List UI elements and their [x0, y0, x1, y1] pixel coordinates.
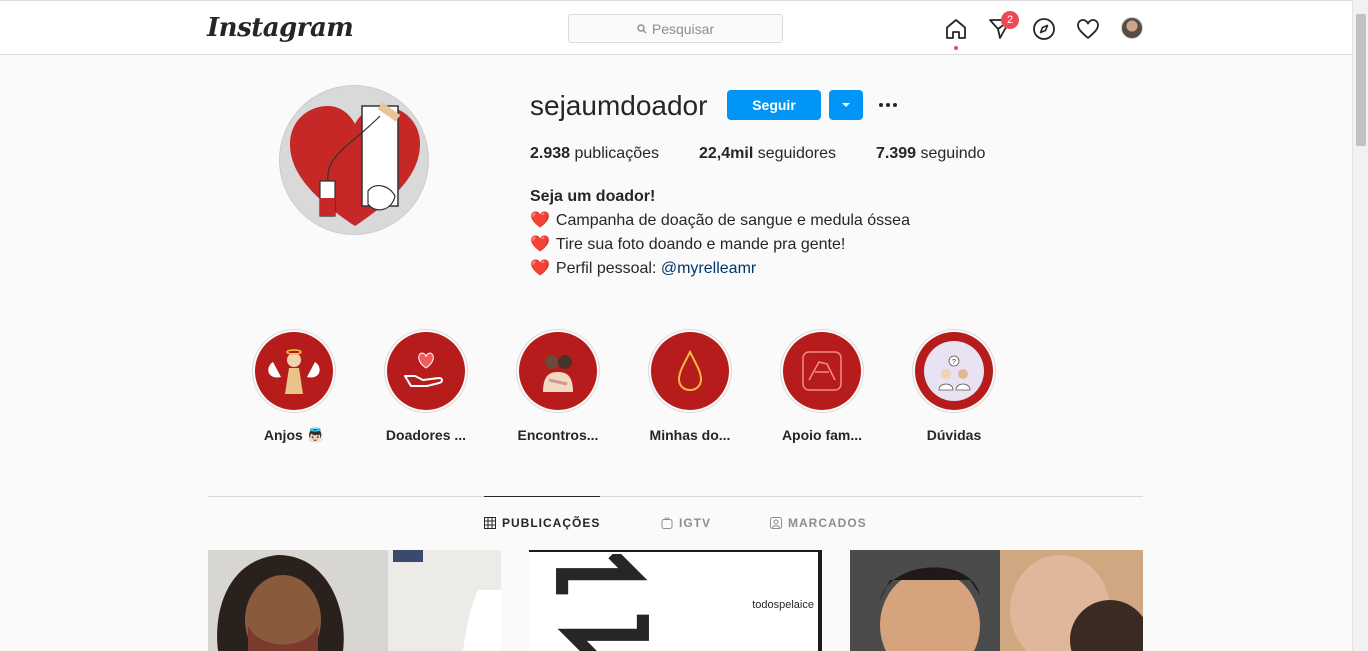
- highlight-cover: [255, 332, 333, 410]
- search-input[interactable]: Pesquisar: [568, 14, 783, 43]
- posts-count: 2.938: [530, 145, 571, 162]
- highlight-label: Apoio fam...: [781, 427, 863, 443]
- dot: [886, 103, 890, 107]
- follow-button[interactable]: Seguir: [727, 90, 821, 120]
- highlight-label: Anjos 👼🏻: [263, 427, 325, 443]
- heart-emoji: ❤️: [530, 236, 550, 253]
- highlight-ring: ?: [912, 329, 996, 413]
- bio-text: Tire sua foto doando e mande pra gente!: [555, 236, 846, 253]
- dot: [879, 103, 883, 107]
- tab-label: MARCADOS: [788, 516, 867, 530]
- direct-icon[interactable]: 2: [988, 11, 1019, 41]
- home-icon[interactable]: [944, 17, 968, 50]
- bio-line: ❤️ Tire sua foto doando e mande pra gente…: [530, 233, 910, 257]
- post-image: [208, 550, 501, 651]
- followers-label: seguidores: [757, 145, 836, 162]
- followers-stat[interactable]: 22,4mil seguidores: [699, 145, 836, 163]
- profile-picture[interactable]: [279, 85, 429, 235]
- direct-badge: 2: [1001, 11, 1019, 29]
- tab-publicacoes[interactable]: PUBLICAÇÕES: [484, 516, 600, 530]
- following-stat[interactable]: 7.399 seguindo: [876, 145, 985, 163]
- heart-emoji: ❤️: [530, 260, 550, 277]
- posts-label: publicações: [574, 145, 660, 162]
- chevron-down-icon: [842, 103, 850, 107]
- tab-label: PUBLICAÇÕES: [502, 516, 601, 530]
- bio-line: ❤️ Perfil pessoal: @myrelleamr: [530, 257, 910, 281]
- highlight-doadores[interactable]: Doadores ...: [381, 329, 471, 443]
- post-thumbnail[interactable]: [208, 550, 501, 651]
- more-options-button[interactable]: [876, 96, 900, 114]
- heart-emoji: ❤️: [530, 212, 550, 229]
- highlight-ring: [780, 329, 864, 413]
- bio-mention-link[interactable]: @myrelleamr: [661, 260, 756, 277]
- bio-name: Seja um doador!: [530, 188, 656, 205]
- tab-label: IGTV: [679, 516, 712, 530]
- repost-tag: todospelaice: [529, 552, 818, 651]
- suggestions-dropdown-button[interactable]: [829, 90, 863, 120]
- blood-drop-icon: [677, 349, 703, 392]
- scroll-thumb[interactable]: [1356, 14, 1366, 146]
- search-placeholder: Pesquisar: [651, 20, 715, 37]
- profile-stats: 2.938 publicações 22,4mil seguidores 7.3…: [530, 145, 985, 163]
- highlight-minhas-doacoes[interactable]: Minhas do...: [645, 329, 735, 443]
- highlight-label: Encontros...: [517, 427, 599, 443]
- question-people-icon: ?: [924, 341, 984, 401]
- tab-marcados[interactable]: MARCADOS: [770, 516, 867, 530]
- highlight-apoio-familiar[interactable]: Apoio fam...: [777, 329, 867, 443]
- instagram-logo[interactable]: Instagram: [207, 13, 354, 43]
- tab-igtv[interactable]: IGTV: [661, 516, 711, 530]
- highlight-cover: [651, 332, 729, 410]
- bio-text: Perfil pessoal:: [555, 260, 661, 277]
- hug-icon: [543, 355, 573, 392]
- profile-bio: Seja um doador! ❤️ Campanha de doação de …: [530, 185, 910, 281]
- scrollbar[interactable]: [1352, 0, 1368, 651]
- highlight-ring: [516, 329, 600, 413]
- post-thumbnail[interactable]: [850, 550, 1143, 651]
- tabs-divider: [208, 496, 1143, 497]
- followers-count: 22,4mil: [699, 145, 754, 162]
- highlight-anjos[interactable]: Anjos 👼🏻: [249, 329, 339, 444]
- handshake-icon: [802, 351, 842, 391]
- posts-stat: 2.938 publicações: [530, 145, 659, 163]
- top-nav: Instagram Pesquisar 2: [0, 0, 1352, 55]
- highlight-cover: [783, 332, 861, 410]
- grid-icon: [484, 517, 496, 529]
- repost-icon: [556, 554, 650, 651]
- igtv-icon: [661, 517, 673, 529]
- user-avatar[interactable]: [1121, 17, 1143, 39]
- following-count: 7.399: [876, 145, 917, 162]
- highlight-ring: [648, 329, 732, 413]
- home-active-dot: [954, 46, 958, 50]
- post-image: [850, 550, 1143, 651]
- highlight-label: Minhas do...: [649, 427, 731, 443]
- highlight-duvidas[interactable]: ? Dúvidas: [909, 329, 999, 443]
- tagged-icon: [770, 517, 782, 529]
- dot: [893, 103, 897, 107]
- activity-heart-icon[interactable]: [1076, 17, 1100, 41]
- bio-line: ❤️ Campanha de doação de sangue e medula …: [530, 209, 910, 233]
- highlight-cover: ?: [915, 332, 993, 410]
- highlight-label: Dúvidas: [926, 427, 982, 443]
- profile-username: sejaumdoador: [530, 90, 708, 121]
- highlight-encontros[interactable]: Encontros...: [513, 329, 603, 443]
- svg-text:?: ?: [952, 359, 956, 366]
- explore-icon[interactable]: [1032, 17, 1056, 41]
- following-label: seguindo: [920, 145, 986, 162]
- highlight-cover: [387, 332, 465, 410]
- post-thumbnail[interactable]: todospelaice: [529, 550, 822, 651]
- active-tab-indicator: [484, 496, 600, 497]
- giving-hand-icon: [404, 352, 443, 387]
- highlight-cover: [519, 332, 597, 410]
- highlight-ring: [252, 329, 336, 413]
- highlight-ring: [384, 329, 468, 413]
- search-icon: [637, 23, 647, 33]
- repost-account: todospelaice: [752, 598, 814, 611]
- highlight-label: Doadores ...: [385, 427, 467, 443]
- bio-text: Campanha de doação de sangue e medula ós…: [555, 212, 910, 229]
- angel-icon: [268, 349, 320, 394]
